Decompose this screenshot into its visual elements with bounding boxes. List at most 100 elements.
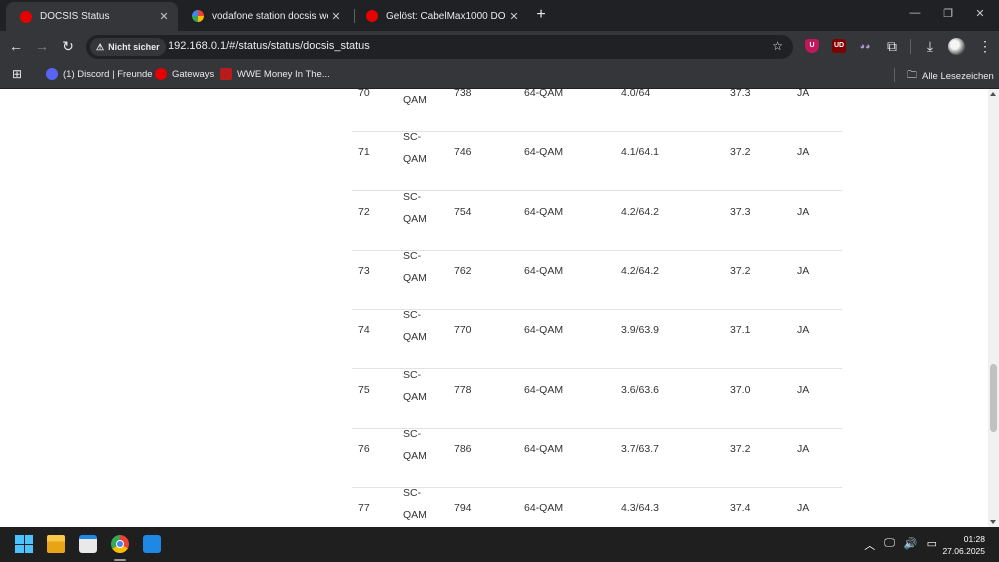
scrollbar-thumb[interactable]	[990, 364, 997, 432]
cell-type-line2: QAM	[403, 449, 427, 462]
new-tab-button[interactable]: +	[533, 6, 549, 24]
tab-docsis-status[interactable]: DOCSIS Status ✕	[6, 2, 178, 31]
page-scrollbar[interactable]	[988, 89, 999, 527]
system-tray: ︿ 🖵 🔊 ▭	[864, 537, 937, 553]
cell-type-line2: QAM	[403, 331, 427, 344]
cell-type-line2: QAM	[403, 271, 427, 284]
tab-title: DOCSIS Status	[40, 11, 110, 22]
cell-snr: 37.2	[730, 146, 751, 159]
chrome-running-indicator	[114, 559, 126, 561]
vodafone-icon	[366, 10, 378, 22]
cell-power: 3.7/63.7	[621, 442, 659, 455]
cell-type-line2: QAM	[403, 390, 427, 403]
folder-icon: 🗀	[907, 70, 917, 81]
cell-type-line2: QAM	[403, 212, 427, 225]
cell-locked: JA	[797, 502, 810, 515]
vodafone-icon	[20, 10, 32, 23]
cell-type: SC-QAM	[403, 482, 427, 526]
tab-vodafone-forum[interactable]: Gelöst: CabelMax1000 DOCSIS ✕	[352, 4, 528, 28]
volume-icon[interactable]: 🔊	[904, 537, 918, 553]
cell-type-line1: SC-	[403, 427, 422, 440]
security-chip[interactable]: ⚠ Nicht sicher	[90, 38, 166, 56]
page-content: 70 SC- QAM 738 64-QAM 4.0/64 37.3 JA 71 SC- QAM 74 6…	[0, 89, 988, 527]
close-tab-icon[interactable]: ✕	[156, 10, 172, 23]
cell-frequency: 770	[454, 324, 472, 337]
reload-icon[interactable]: ↻	[59, 37, 77, 55]
wwe-icon	[220, 68, 232, 80]
close-tab-icon[interactable]: ✕	[506, 10, 522, 23]
cell-modulation: 64-QAM	[524, 89, 564, 99]
close-tab-icon[interactable]: ✕	[328, 10, 344, 23]
table-row: 72 SC- QAM 754 64-QAM 4.2/64.2 37.3 JA	[352, 191, 842, 251]
cell-power: 4.1/64.1	[621, 146, 659, 159]
cell-type-line1: SC-	[403, 190, 422, 203]
scroll-down-arrow-icon[interactable]	[990, 520, 996, 524]
cell-frequency: 794	[454, 502, 472, 515]
cell-channel: 74	[358, 324, 370, 337]
cell-type: SC-QAM	[403, 89, 427, 111]
cell-power: 3.6/63.6	[621, 383, 659, 396]
windows-start-icon[interactable]	[15, 535, 33, 553]
cell-power: 4.2/64.2	[621, 205, 659, 218]
apps-grid-icon[interactable]: ⊞	[12, 67, 22, 81]
cell-snr: 37.0	[730, 383, 751, 396]
cell-frequency: 778	[454, 383, 472, 396]
ublock-shield-icon[interactable]: U	[805, 39, 819, 53]
cell-locked: JA	[797, 264, 810, 277]
cell-power: 4.2/64.2	[621, 264, 659, 277]
cell-type-line2: QAM	[403, 94, 427, 106]
chevron-up-icon[interactable]: ︿	[864, 537, 875, 553]
file-explorer-icon[interactable]	[47, 535, 65, 553]
cell-frequency: 786	[454, 442, 472, 455]
cell-channel: 76	[358, 442, 370, 455]
scroll-up-arrow-icon[interactable]	[990, 92, 996, 96]
warning-icon: ⚠	[96, 41, 105, 52]
battery-icon[interactable]: ▭	[927, 537, 937, 553]
url-text[interactable]: 192.168.0.1/#/status/status/docsis_statu…	[168, 40, 370, 52]
all-bookmarks-button[interactable]: 🗀 Alle Lesezeichen	[907, 68, 994, 85]
minimize-icon[interactable]: —	[908, 7, 922, 23]
microsoft-store-icon[interactable]	[79, 535, 97, 553]
taskbar-clock[interactable]: 01:28 27.06.2025	[942, 533, 985, 557]
extension-ud-icon[interactable]: UD	[832, 39, 846, 53]
cell-channel: 77	[358, 502, 370, 515]
cell-type: SC-QAM	[403, 304, 427, 348]
forward-arrow-icon[interactable]: →	[33, 37, 51, 55]
close-window-icon[interactable]: ✕	[973, 7, 987, 23]
cell-power: 4.0/64	[621, 89, 651, 99]
cell-modulation: 64-QAM	[524, 264, 564, 277]
menu-dots-icon[interactable]: ⋮	[976, 37, 994, 55]
cell-locked: JA	[797, 146, 810, 159]
pinned-app-icon[interactable]	[143, 535, 161, 553]
all-bookmarks-label: Alle Lesezeichen	[922, 71, 994, 82]
cell-type: SC-QAM	[403, 245, 427, 289]
download-icon[interactable]: ⤓	[921, 37, 939, 55]
tab-google-search[interactable]: vodafone station docsis werte - ✕	[178, 4, 350, 28]
address-bar[interactable]: ⚠ Nicht sicher 192.168.0.1/#/status/stat…	[86, 35, 793, 59]
cell-type: SC- QAM	[403, 186, 427, 230]
cell-frequency: 738	[454, 89, 472, 99]
cell-snr: 37.3	[730, 205, 751, 218]
cell-type: SC- QAM	[403, 423, 427, 467]
cell-channel: 70	[358, 89, 370, 99]
profile-avatar[interactable]	[948, 38, 965, 55]
bookmark-gateways[interactable]: Gateways	[155, 68, 214, 80]
cell-modulation: 64-QAM	[524, 502, 564, 515]
cell-channel: 75	[358, 383, 370, 396]
bookmark-wwe[interactable]: WWE Money In The...	[220, 68, 330, 80]
bookmark-star-icon[interactable]: ☆	[772, 39, 783, 53]
tab-strip: DOCSIS Status ✕ vodafone station docsis …	[0, 0, 999, 31]
chrome-icon[interactable]	[111, 535, 129, 553]
cell-snr: 37.3	[730, 89, 751, 99]
cell-locked: JA	[797, 205, 810, 218]
extension-eyes-icon[interactable]: ◕◕	[858, 39, 872, 53]
cell-channel: 71	[358, 146, 370, 159]
table-row: 77 SC- QAM 794 64-QAM 4.3/64.3 37.4 JA	[352, 487, 842, 527]
extensions-puzzle-icon[interactable]: ⧉	[883, 37, 901, 55]
bookmark-discord[interactable]: (1) Discord | Freunde	[46, 68, 153, 80]
restore-icon[interactable]: ❐	[941, 7, 955, 23]
display-icon[interactable]: 🖵	[884, 537, 895, 553]
vodafone-icon	[155, 68, 167, 80]
cell-frequency: 754	[454, 205, 472, 218]
back-arrow-icon[interactable]: ←	[7, 37, 25, 55]
